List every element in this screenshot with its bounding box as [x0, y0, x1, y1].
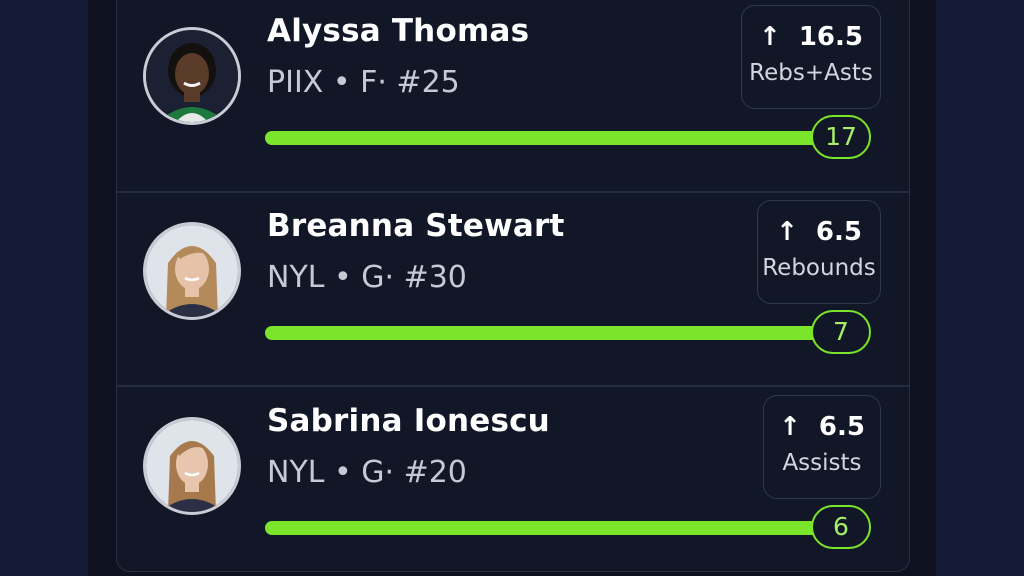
player-team-position-number: NYL • G· #30	[267, 260, 467, 295]
arrow-up-icon: ↑	[779, 412, 801, 442]
actual-stat-badge: 6	[811, 505, 871, 549]
player-props-card: Alyssa Thomas PIIX • F· #25 ↑ 16.5 Rebs+A…	[116, 0, 910, 572]
prop-line-value: 6.5	[815, 217, 862, 247]
arrow-up-icon: ↑	[776, 217, 798, 247]
actual-stat-badge: 17	[811, 115, 871, 159]
player-name: Breanna Stewart	[267, 208, 565, 244]
player-team-position-number: NYL • G· #20	[267, 455, 467, 490]
player-row[interactable]: Sabrina Ionescu NYL • G· #20 ↑ 6.5 Assist…	[117, 395, 909, 571]
prop-line-box[interactable]: ↑ 6.5 Assists	[763, 395, 881, 499]
player-avatar	[143, 417, 241, 515]
player-name: Alyssa Thomas	[267, 13, 530, 49]
prop-stat-label: Rebs+Asts	[749, 60, 873, 86]
player-avatar	[143, 27, 241, 125]
progress-bar	[265, 131, 825, 145]
prop-line-value: 16.5	[798, 22, 863, 52]
progress-bar-fill	[265, 131, 825, 145]
row-divider	[117, 385, 909, 387]
player-row[interactable]: Breanna Stewart NYL • G· #30 ↑ 6.5 Reboun…	[117, 200, 909, 402]
actual-stat-badge: 7	[811, 310, 871, 354]
progress-bar	[265, 326, 825, 340]
prop-line-value: 6.5	[818, 412, 865, 442]
progress-bar-fill	[265, 521, 825, 535]
prop-line-box[interactable]: ↑ 6.5 Rebounds	[757, 200, 881, 304]
prop-stat-label: Rebounds	[762, 255, 876, 281]
arrow-up-icon: ↑	[759, 22, 781, 52]
prop-stat-label: Assists	[782, 450, 862, 476]
player-team-position-number: PIIX • F· #25	[267, 65, 460, 100]
player-avatar	[143, 222, 241, 320]
player-name: Sabrina Ionescu	[267, 403, 550, 439]
prop-line-box[interactable]: ↑ 16.5 Rebs+Asts	[741, 5, 881, 109]
progress-bar-fill	[265, 326, 825, 340]
player-row[interactable]: Alyssa Thomas PIIX • F· #25 ↑ 16.5 Rebs+A…	[117, 5, 909, 207]
row-divider	[117, 191, 909, 193]
progress-bar	[265, 521, 825, 535]
